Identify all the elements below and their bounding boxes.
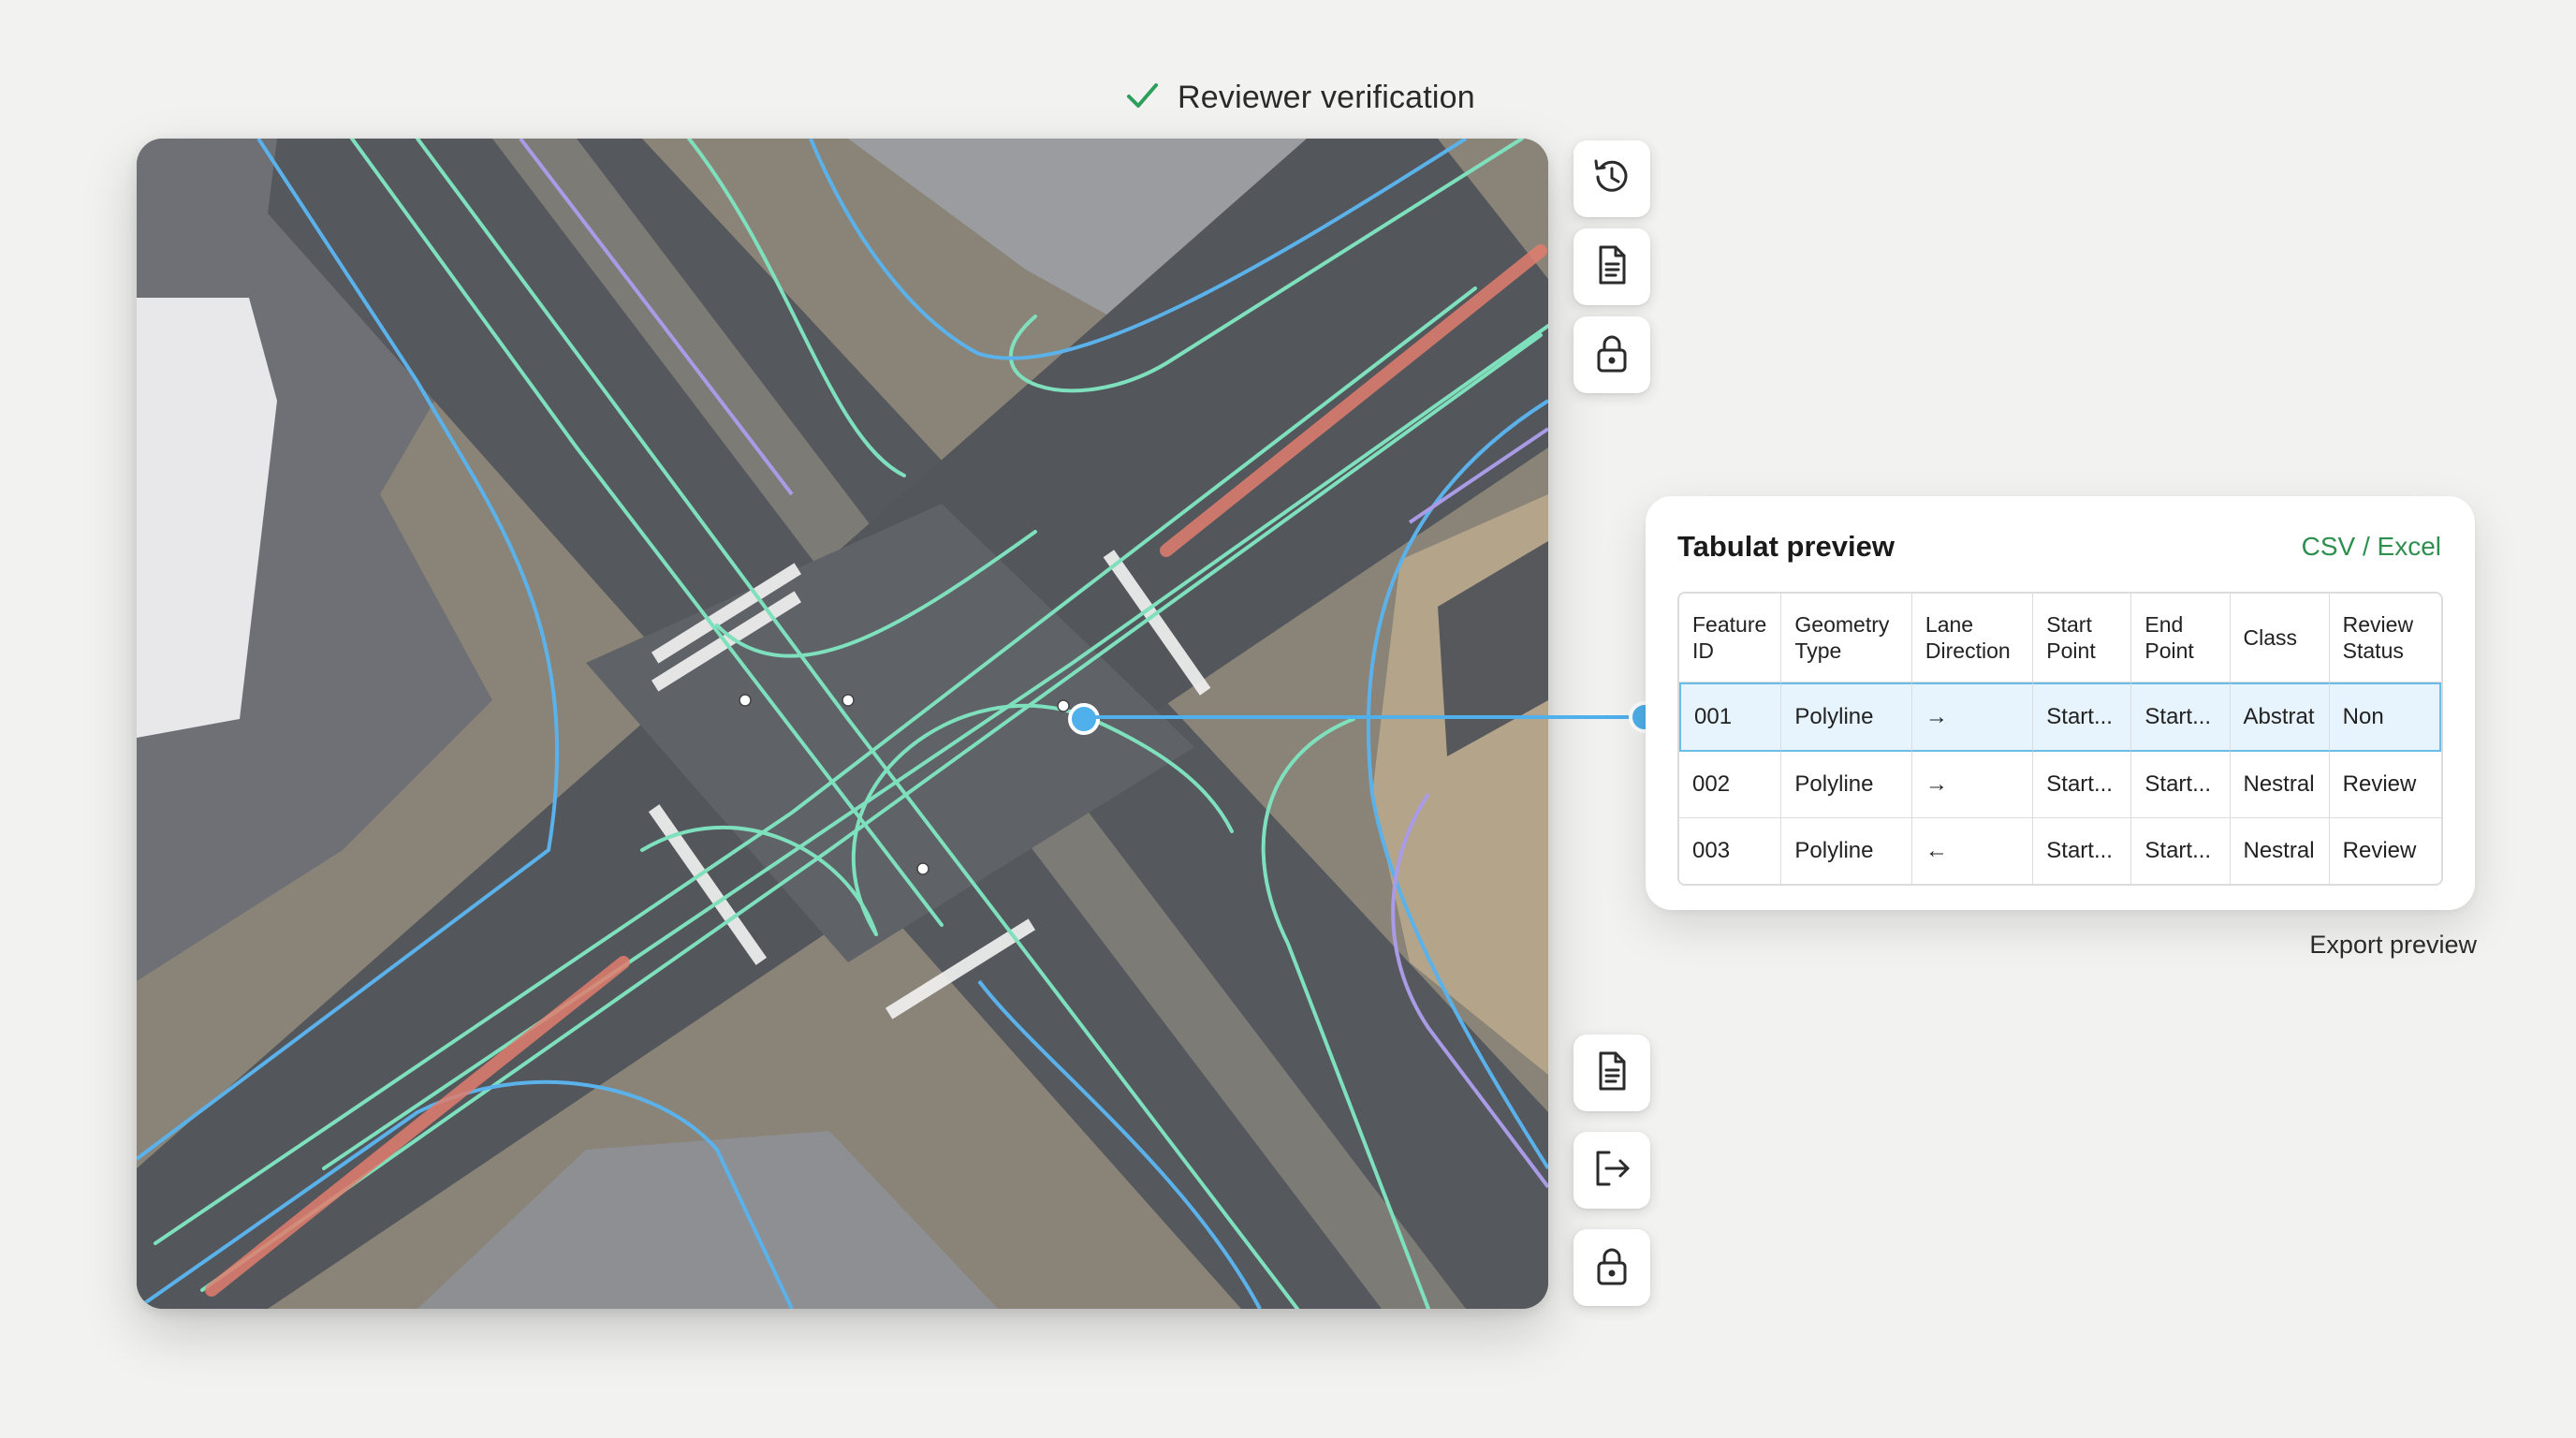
table-cell: Nestral bbox=[2231, 818, 2330, 884]
document-button-bottom[interactable] bbox=[1573, 1034, 1650, 1111]
table-cell: Start... bbox=[2033, 818, 2132, 884]
document-icon bbox=[1590, 1049, 1633, 1097]
panel-title: Tabulat preview bbox=[1677, 530, 1895, 563]
column-header[interactable]: Class bbox=[2230, 594, 2330, 682]
table-cell: → bbox=[1911, 752, 2034, 818]
document-icon bbox=[1590, 243, 1633, 291]
table-cell: Start... bbox=[2131, 752, 2231, 818]
table-cell: → bbox=[1911, 682, 2034, 752]
aerial-map[interactable] bbox=[137, 139, 1548, 1309]
table-cell: 001 bbox=[1679, 682, 1782, 752]
table-cell: Polyline bbox=[1781, 682, 1912, 752]
table-cell: Review bbox=[2342, 838, 2417, 863]
table-row[interactable]: 003 Polyline ← Start... Start... Nestral… bbox=[1679, 818, 2441, 884]
column-header[interactable]: Lane Direction bbox=[1911, 594, 2034, 682]
verification-label: Reviewer verification bbox=[1178, 79, 1475, 115]
export-icon bbox=[1590, 1147, 1633, 1195]
table-cell: Polyline bbox=[1781, 752, 1912, 818]
table-cell: Start... bbox=[2131, 818, 2231, 884]
export-button[interactable] bbox=[1573, 1132, 1650, 1209]
selected-feature-node[interactable] bbox=[1068, 703, 1100, 735]
reviewer-verification: Reviewer verification bbox=[1123, 75, 1475, 120]
column-header[interactable]: Geometry Type bbox=[1781, 594, 1912, 682]
table-header-row: Feature ID Geometry Type Lane Direction … bbox=[1679, 594, 2441, 682]
table-cell: Non bbox=[2329, 682, 2441, 752]
table-row[interactable]: 002 Polyline → Start... Start... Nestral… bbox=[1679, 752, 2441, 818]
table-cell: Review bbox=[2329, 752, 2441, 818]
lock-button-bottom[interactable] bbox=[1573, 1229, 1650, 1306]
table-cell: Nestral bbox=[2230, 752, 2330, 818]
table-cell: Start... bbox=[2131, 682, 2231, 752]
lock-icon bbox=[1590, 331, 1633, 379]
csv-excel-link[interactable]: CSV / Excel bbox=[2302, 532, 2441, 562]
check-icon bbox=[1123, 77, 1161, 119]
tabular-preview-panel: Tabulat preview CSV / Excel Feature ID G… bbox=[1646, 496, 2475, 910]
column-header[interactable]: Start Point bbox=[2033, 594, 2132, 682]
table-cell: Start... bbox=[2033, 682, 2132, 752]
table-cell: Polyline bbox=[1781, 818, 1912, 884]
table-cell: ← bbox=[1912, 818, 2034, 884]
history-button[interactable] bbox=[1573, 140, 1650, 217]
column-header[interactable]: Review Status bbox=[2329, 594, 2441, 682]
intersection-map-canvas[interactable] bbox=[137, 139, 1548, 1309]
table-row[interactable]: 001 Polyline → Start... Start... Abstrat… bbox=[1679, 682, 2441, 752]
column-header[interactable]: End Point bbox=[2131, 594, 2231, 682]
feature-table: Feature ID Geometry Type Lane Direction … bbox=[1677, 592, 2443, 886]
table-cell: 003 bbox=[1679, 818, 1782, 884]
lock-button[interactable] bbox=[1573, 316, 1650, 393]
column-header[interactable]: Feature ID bbox=[1679, 594, 1782, 682]
document-button[interactable] bbox=[1573, 228, 1650, 305]
table-cell: 002 bbox=[1679, 752, 1782, 818]
table-cell: Start... bbox=[2033, 752, 2132, 818]
export-preview-label[interactable]: Export preview bbox=[2309, 931, 2477, 960]
lock-icon bbox=[1590, 1244, 1633, 1292]
table-cell: Abstrat bbox=[2230, 682, 2330, 752]
history-icon bbox=[1590, 155, 1633, 203]
